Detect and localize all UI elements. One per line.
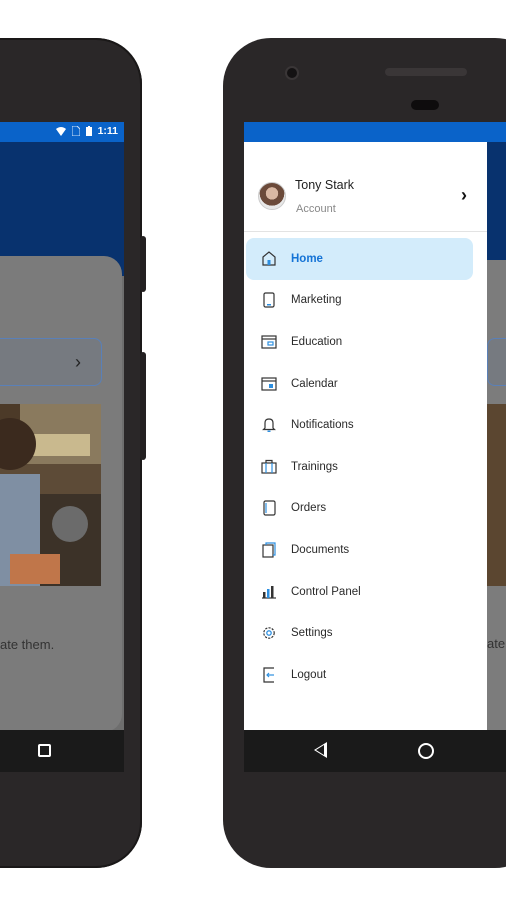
- book-icon: [260, 333, 278, 351]
- drawer-menu: Home Marketing Education Calendar Notifi…: [244, 238, 487, 696]
- no-sim-icon: [71, 126, 80, 136]
- wifi-icon: [55, 126, 66, 136]
- content-caption: ate them.: [0, 637, 55, 652]
- background-content: ate: [487, 142, 506, 730]
- account-header[interactable]: Tony Stark Account ›: [244, 142, 487, 232]
- left-phone-volume-button: [140, 352, 146, 460]
- menu-item-trainings[interactable]: Trainings: [244, 446, 487, 488]
- menu-item-home[interactable]: Home: [246, 238, 473, 280]
- briefcase-icon: [260, 458, 278, 476]
- menu-item-label: Logout: [291, 668, 327, 681]
- calendar-icon: [260, 375, 278, 393]
- right-phone-screen: ate Tony Stark Account › Home Marketing …: [244, 122, 506, 772]
- menu-item-label: Notifications: [291, 419, 354, 432]
- menu-item-logout[interactable]: Logout: [244, 654, 487, 696]
- battery-icon: [85, 126, 92, 136]
- account-name: Tony Stark: [295, 178, 355, 192]
- menu-item-label: Documents: [291, 543, 350, 556]
- menu-item-settings[interactable]: Settings: [244, 612, 487, 654]
- account-subtitle: Account: [296, 203, 336, 215]
- document-icon: [260, 541, 278, 559]
- phone-icon: [260, 291, 278, 309]
- menu-item-notifications[interactable]: Notifications: [244, 404, 487, 446]
- avatar: [258, 182, 286, 210]
- content-photo: [487, 404, 506, 586]
- home-icon: [260, 250, 278, 268]
- menu-item-control-panel[interactable]: Control Panel: [244, 571, 487, 613]
- selector-field: [487, 338, 506, 386]
- menu-item-label: Trainings: [291, 460, 338, 473]
- header-banner: [487, 142, 506, 260]
- screenshot-stage: 1:11 › ate them. ate Tony Stark Account …: [0, 0, 506, 900]
- menu-item-label: Orders: [291, 502, 327, 515]
- menu-item-label: Education: [291, 335, 343, 348]
- front-camera: [285, 66, 299, 80]
- menu-item-label: Marketing: [291, 294, 342, 307]
- selector-field[interactable]: ›: [0, 338, 102, 386]
- content-photo: [0, 404, 101, 586]
- menu-item-marketing[interactable]: Marketing: [244, 280, 487, 322]
- chevron-right-icon[interactable]: ›: [461, 186, 467, 204]
- home-button[interactable]: [418, 743, 434, 759]
- back-button[interactable]: [314, 742, 327, 758]
- android-nav-bar: [244, 730, 506, 772]
- recents-button[interactable]: [38, 744, 51, 757]
- left-phone-side-button: [140, 236, 146, 292]
- menu-item-label: Home: [291, 252, 323, 265]
- menu-item-education[interactable]: Education: [244, 321, 487, 363]
- menu-item-label: Control Panel: [291, 585, 361, 598]
- menu-item-label: Calendar: [291, 377, 338, 390]
- menu-item-documents[interactable]: Documents: [244, 529, 487, 571]
- chevron-right-icon: ›: [75, 352, 81, 372]
- earpiece-speaker: [385, 68, 467, 76]
- status-bar: [244, 122, 506, 142]
- menu-item-label: Settings: [291, 627, 333, 640]
- left-phone-screen: 1:11 › ate them.: [0, 122, 124, 772]
- status-time: 1:11: [97, 125, 118, 137]
- tablet-icon: [260, 499, 278, 517]
- gear-icon: [260, 624, 278, 642]
- menu-item-calendar[interactable]: Calendar: [244, 363, 487, 405]
- bell-icon: [260, 416, 278, 434]
- bar-chart-icon: [260, 583, 278, 601]
- logout-icon: [260, 666, 278, 684]
- status-bar: 1:11: [0, 122, 124, 142]
- android-nav-bar: [0, 730, 124, 772]
- proximity-sensor: [411, 100, 439, 110]
- navigation-drawer: Tony Stark Account › Home Marketing Educ…: [244, 142, 487, 730]
- content-caption: ate: [487, 636, 506, 651]
- menu-item-orders[interactable]: Orders: [244, 488, 487, 530]
